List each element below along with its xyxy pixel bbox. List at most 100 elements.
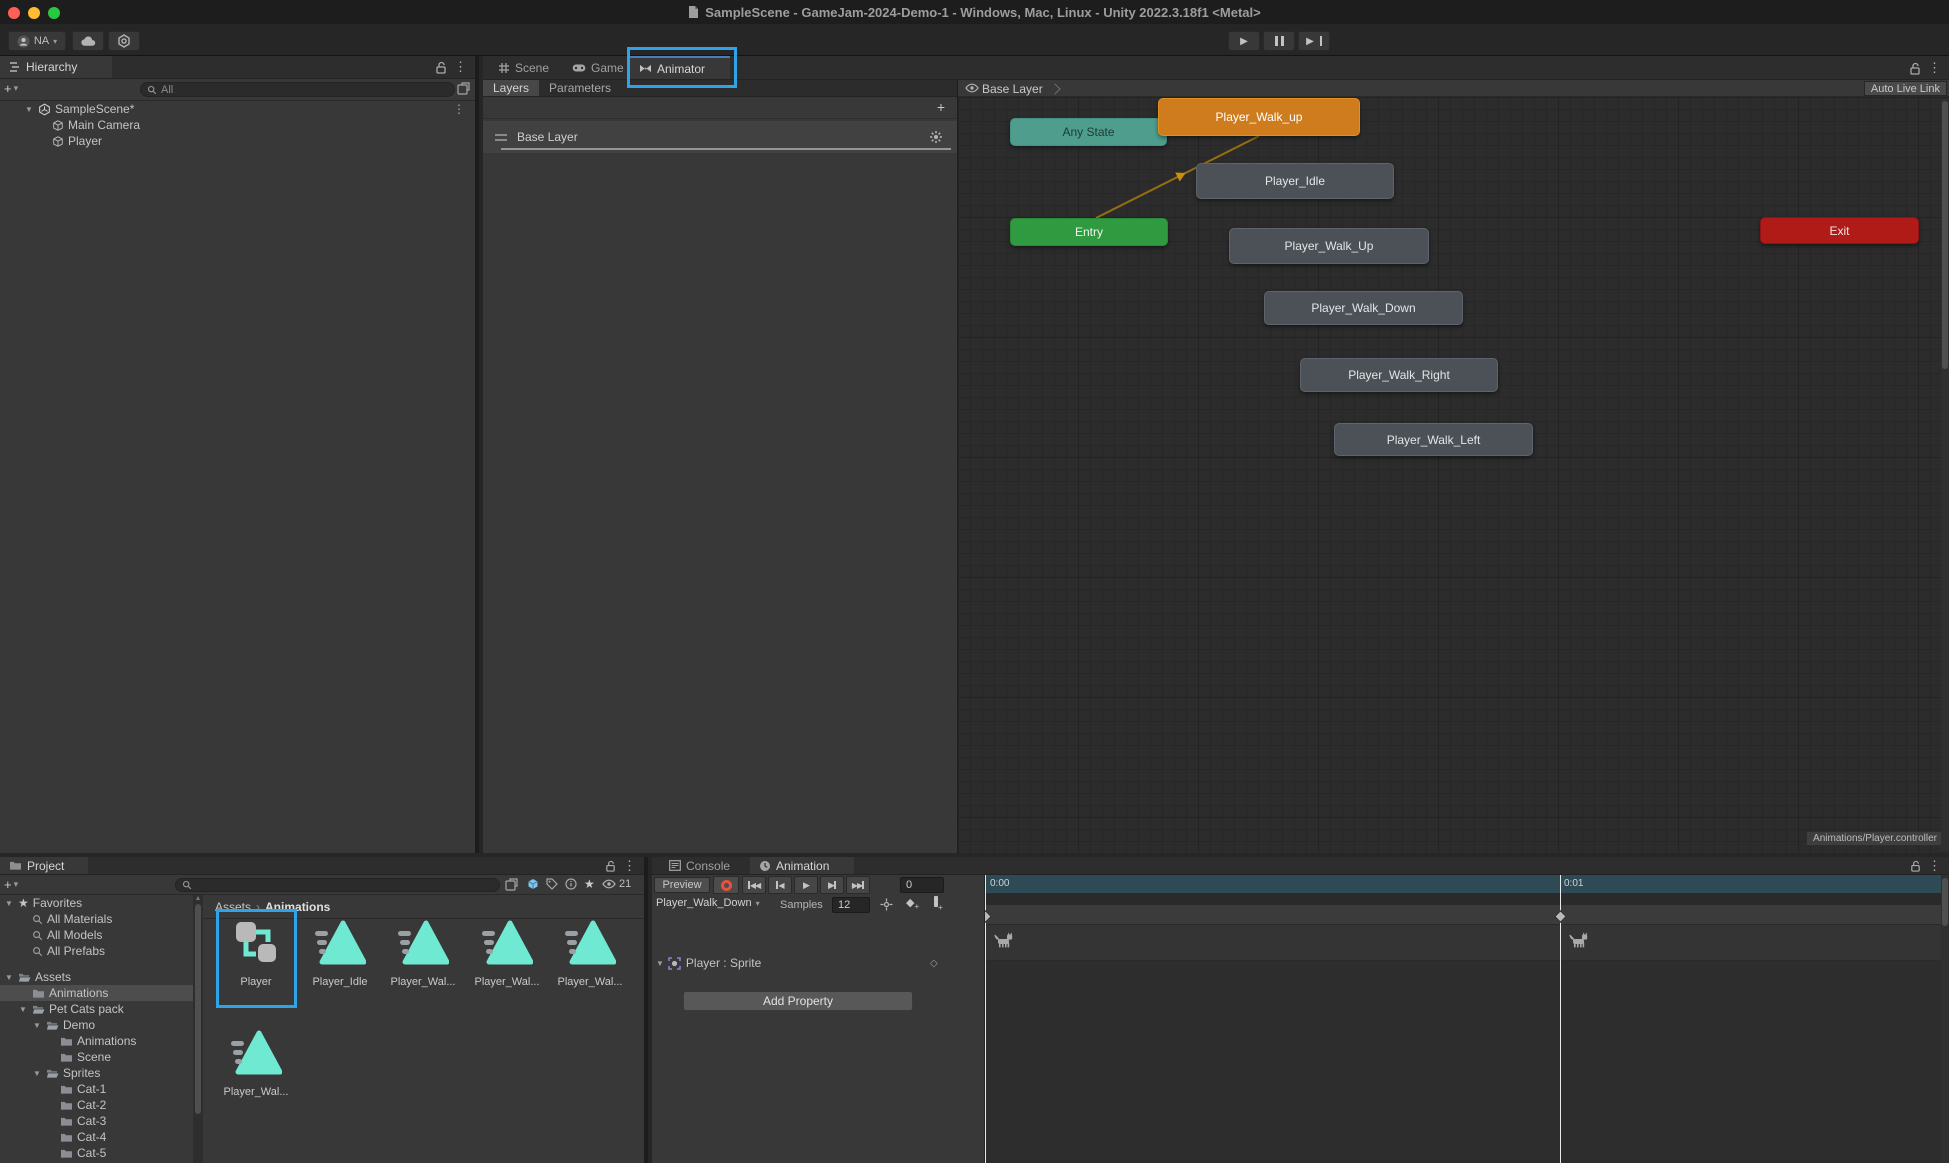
subtab-layers[interactable]: Layers xyxy=(483,80,539,96)
state-node-player-walk-left[interactable]: Player_Walk_Left xyxy=(1334,423,1533,456)
breadcrumb-base-layer[interactable]: Base Layer xyxy=(982,80,1059,97)
state-node-player-walk-up[interactable]: Player_Walk_up xyxy=(1158,98,1360,136)
layer-row-base-layer[interactable]: Base Layer xyxy=(483,121,957,153)
add-layer-button[interactable]: + xyxy=(937,99,945,115)
project-tree-item-all-materials[interactable]: All Materials xyxy=(0,911,193,927)
project-tree-item-demo[interactable]: ▼Demo xyxy=(0,1017,193,1033)
project-tree-scrollbar[interactable]: ▲ xyxy=(193,895,203,1163)
asset-player-selected[interactable]: Player xyxy=(216,910,296,1007)
open-search-window-icon[interactable] xyxy=(457,82,470,95)
eye-icon[interactable] xyxy=(965,83,979,93)
tab-console[interactable]: Console xyxy=(660,857,746,874)
project-tree-item-animations[interactable]: Animations xyxy=(0,985,193,1001)
settings-button[interactable] xyxy=(108,31,140,51)
project-tree-item-favorites[interactable]: ▼★Favorites xyxy=(0,895,193,911)
clip-dropdown[interactable]: Player_Walk_Down ▾ xyxy=(656,897,760,909)
add-keyframe-icon[interactable]: ◆+ xyxy=(906,896,919,911)
project-tree-item-assets[interactable]: ▼Assets xyxy=(0,969,193,985)
open-search-window-icon[interactable] xyxy=(505,878,518,891)
favorite-search-icon[interactable]: ★ xyxy=(584,877,595,891)
samples-field[interactable]: 12 xyxy=(832,897,870,913)
timeline-scrollbar[interactable] xyxy=(1941,875,1949,1163)
foldout-icon[interactable]: ▼ xyxy=(18,1005,28,1014)
hierarchy-menu-icon[interactable]: ⋮ xyxy=(454,60,467,73)
last-key-button[interactable]: ▶▶ xyxy=(846,876,870,894)
project-tree-item-pet-cats-pack[interactable]: ▼Pet Cats pack xyxy=(0,1001,193,1017)
account-dropdown[interactable]: NA ▾ xyxy=(8,31,66,51)
foldout-icon[interactable]: ▼ xyxy=(4,973,14,982)
drag-handle-icon[interactable] xyxy=(495,134,507,141)
hierarchy-add-button[interactable]: +▾ xyxy=(4,81,18,96)
tab-hierarchy[interactable]: Hierarchy xyxy=(0,56,112,78)
hierarchy-item-main-camera[interactable]: Main Camera xyxy=(0,117,475,133)
previous-key-button[interactable]: ◀ xyxy=(768,876,792,894)
foldout-icon[interactable]: ▼ xyxy=(32,1021,42,1030)
foldout-icon[interactable]: ▼ xyxy=(656,959,664,968)
state-node-player-walk-right[interactable]: Player_Walk_Right xyxy=(1300,358,1498,392)
hierarchy-item-player[interactable]: Player xyxy=(0,133,475,149)
state-node-player-idle[interactable]: Player_Idle xyxy=(1196,163,1394,199)
sprite-track[interactable] xyxy=(985,925,1949,961)
project-tree-item-animations[interactable]: Animations xyxy=(0,1033,193,1049)
lock-icon[interactable] xyxy=(1910,860,1921,872)
tab-project[interactable]: Project xyxy=(0,857,88,874)
frame-field[interactable]: 0 xyxy=(900,877,944,893)
graph-scrollbar[interactable] xyxy=(1941,99,1949,851)
state-machine-canvas[interactable]: Animations/Player.controller Any StatePl… xyxy=(958,97,1949,853)
state-node-any-state[interactable]: Any State xyxy=(1010,118,1167,146)
project-menu-icon[interactable]: ⋮ xyxy=(623,859,636,872)
state-node-player-walk-down[interactable]: Player_Walk_Down xyxy=(1264,291,1463,325)
project-tree-item-all-prefabs[interactable]: All Prefabs xyxy=(0,943,193,959)
cloud-button[interactable] xyxy=(72,31,104,51)
state-node-player-walk-up[interactable]: Player_Walk_Up xyxy=(1229,228,1429,264)
animation-menu-icon[interactable]: ⋮ xyxy=(1928,859,1941,872)
project-tree-item-cat-2[interactable]: Cat-2 xyxy=(0,1097,193,1113)
project-tree-item-cat-5[interactable]: Cat-5 xyxy=(0,1145,193,1161)
pause-button[interactable] xyxy=(1263,31,1295,51)
play-button[interactable]: ▶ xyxy=(1228,31,1260,51)
lock-icon[interactable] xyxy=(1909,62,1921,75)
preview-toggle-button[interactable]: Preview xyxy=(654,877,710,893)
project-tree-item-scene[interactable]: Scene xyxy=(0,1049,193,1065)
record-button[interactable] xyxy=(713,876,739,894)
scene-options-icon[interactable]: ⋮ xyxy=(453,102,465,116)
project-tree-item-cat-3[interactable]: Cat-3 xyxy=(0,1113,193,1129)
type-filter-icon[interactable] xyxy=(527,878,539,890)
layer-settings-gear-icon[interactable] xyxy=(929,130,943,144)
next-key-button[interactable]: ▶ xyxy=(820,876,844,894)
asset-player-wal[interactable]: Player_Wal... xyxy=(383,910,463,1007)
tab-animator[interactable]: Animator xyxy=(630,56,730,79)
foldout-icon[interactable]: ▼ xyxy=(32,1069,42,1078)
label-filter-icon[interactable] xyxy=(546,878,558,890)
state-node-exit[interactable]: Exit xyxy=(1760,217,1919,244)
first-key-button[interactable]: ◀◀ xyxy=(742,876,766,894)
step-button[interactable]: ▶ xyxy=(1298,31,1330,51)
foldout-icon[interactable]: ▼ xyxy=(4,899,14,908)
subtab-parameters[interactable]: Parameters xyxy=(539,80,621,96)
animation-timeline[interactable]: 0:00 0:01 xyxy=(985,875,1949,1163)
auto-live-link-button[interactable]: Auto Live Link xyxy=(1864,81,1947,96)
play-animation-button[interactable]: ▶ xyxy=(794,876,818,894)
asset-player-idle[interactable]: Player_Idle xyxy=(300,910,380,1007)
project-tree-item-sprites[interactable]: ▼Sprites xyxy=(0,1065,193,1081)
tab-game[interactable]: Game xyxy=(563,56,629,79)
project-tree-item-cat-1[interactable]: Cat-1 xyxy=(0,1081,193,1097)
project-tree-item-all-models[interactable]: All Models xyxy=(0,927,193,943)
asset-player-wal[interactable]: Player_Wal... xyxy=(550,910,630,1007)
hierarchy-item-samplescene[interactable]: ▼SampleScene*⋮ xyxy=(0,101,475,117)
hierarchy-search-input[interactable]: All xyxy=(140,82,455,97)
foldout-icon[interactable]: ▼ xyxy=(24,105,34,114)
animator-menu-icon[interactable]: ⋮ xyxy=(1928,61,1941,74)
asset-player-wal[interactable]: Player_Wal... xyxy=(467,910,547,1007)
keyframe-track[interactable] xyxy=(985,905,1949,925)
asset-player-wal[interactable]: Player_Wal... xyxy=(216,1020,296,1117)
project-search-input[interactable] xyxy=(175,878,500,892)
curves-toggle-icon[interactable] xyxy=(880,898,893,911)
hidden-count-badge[interactable]: 21 xyxy=(602,878,631,890)
tab-animation[interactable]: Animation xyxy=(750,857,854,874)
state-node-entry[interactable]: Entry xyxy=(1010,218,1168,246)
property-row-player-sprite[interactable]: ▼ Player : Sprite ◇ xyxy=(652,953,984,973)
lock-icon[interactable] xyxy=(605,860,616,872)
add-property-button[interactable]: Add Property xyxy=(683,991,913,1011)
lock-icon[interactable] xyxy=(435,61,447,74)
